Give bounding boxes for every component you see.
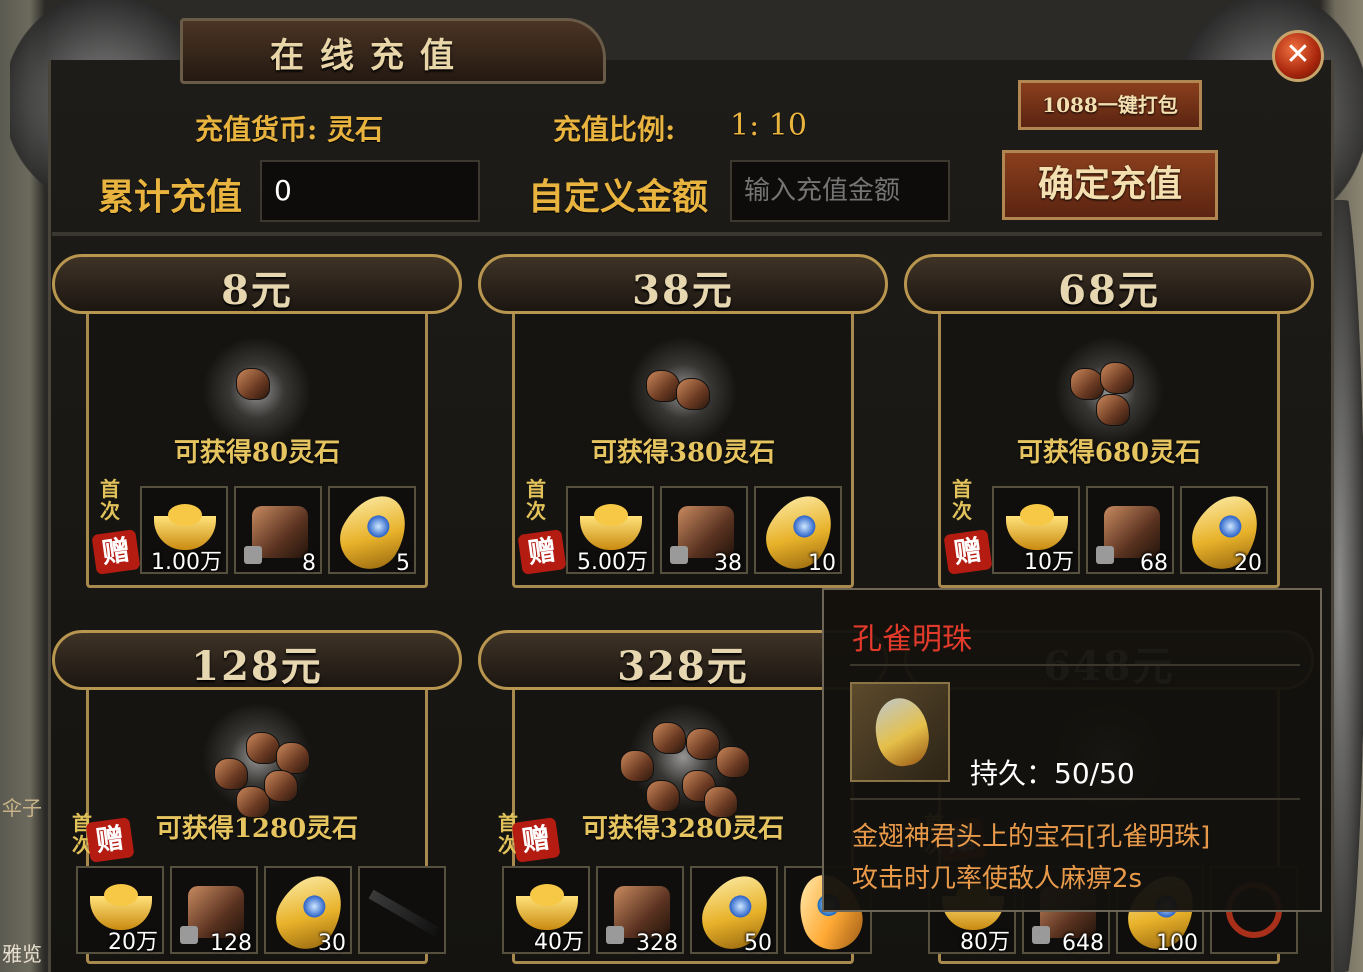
reward-count: 648 — [1062, 931, 1104, 956]
spirit-stone-icon — [236, 368, 270, 400]
reward-slot[interactable]: 38 — [660, 486, 748, 576]
gift-badge: 赠 — [511, 817, 561, 863]
first-time-badge: 首次 — [952, 477, 972, 523]
reward-slot[interactable]: 5.00万 — [566, 486, 654, 575]
spirit-stone-icon — [646, 370, 680, 402]
reward-count: 328 — [636, 931, 678, 956]
total-recharge-label: 累计充值 — [98, 176, 243, 218]
reward-count: 10万 — [1024, 550, 1074, 575]
reward-count: 10 — [808, 551, 836, 576]
spirit-stone-icon — [1096, 394, 1130, 426]
recharge-card[interactable]: 128元 可获得1280灵石 首次赠 20万 128 30 — [52, 622, 462, 972]
reward-count: 20 — [1234, 551, 1262, 576]
recharge-card[interactable]: 38元可获得380灵石首次赠 5.00万 38 10 — [478, 246, 888, 596]
reward-slot[interactable]: 128 — [170, 866, 258, 956]
currency-label: 充值货币: 灵石 — [195, 113, 384, 146]
reward-slot[interactable]: 1.00万 — [140, 486, 228, 575]
reward-slot[interactable] — [358, 866, 446, 954]
gift-badge: 赠 — [517, 529, 567, 575]
custom-amount-label: 自定义金额 — [528, 176, 709, 218]
recharge-card[interactable]: 8元可获得80灵石首次赠 1.00万 8 5 — [52, 246, 462, 596]
item-tooltip: 孔雀明珠 持久：50/50 金翅神君头上的宝石[孔雀明珠] 攻击时几率使敌人麻痹… — [822, 588, 1322, 912]
tooltip-item-name: 孔雀明珠 — [852, 622, 972, 657]
lock-icon — [606, 926, 624, 944]
reward-slot[interactable]: 30 — [264, 864, 355, 960]
confirm-recharge-button[interactable]: 确定充值 — [1002, 150, 1218, 220]
reward-slot[interactable]: 328 — [596, 866, 684, 956]
recharge-card[interactable]: 68元可获得680灵石首次赠 10万 68 20 — [904, 246, 1314, 596]
tooltip-divider — [850, 664, 1300, 666]
window-title: 在线充值 — [270, 36, 470, 76]
spirit-stone-icon — [620, 750, 654, 782]
ratio-value: 1: 10 — [730, 108, 807, 143]
close-button[interactable]: ✕ — [1272, 30, 1324, 82]
reward-count: 40万 — [534, 930, 584, 955]
card-gain-text: 可获得380灵石 — [590, 438, 776, 468]
tooltip-description-line-1: 金翅神君头上的宝石[孔雀明珠] — [852, 822, 1211, 852]
card-price: 8元 — [221, 267, 293, 314]
reward-slot[interactable]: 50 — [690, 864, 781, 960]
reward-count: 20万 — [108, 930, 158, 955]
spirit-stone-icon — [1100, 362, 1134, 394]
lock-icon — [1096, 546, 1114, 564]
reward-slot[interactable]: 10万 — [992, 486, 1080, 575]
spirit-stone-icon — [246, 732, 280, 764]
reward-count: 80万 — [960, 930, 1010, 955]
reward-count: 100 — [1156, 931, 1198, 956]
reward-count: 8 — [302, 551, 316, 576]
custom-amount-input[interactable] — [730, 160, 950, 222]
reward-count: 38 — [714, 551, 742, 576]
first-time-badge: 首次 — [100, 477, 120, 523]
divider — [52, 232, 1322, 236]
spirit-stone-icon — [716, 746, 750, 778]
dark-sword-icon — [368, 889, 440, 937]
reward-slot[interactable]: 5 — [328, 484, 419, 580]
reward-slot[interactable]: 20万 — [76, 866, 164, 955]
lock-icon — [180, 926, 198, 944]
card-price: 38元 — [632, 267, 734, 314]
spirit-stone-icon — [676, 378, 710, 410]
reward-slot[interactable]: 10 — [754, 484, 845, 580]
reward-slot[interactable]: 68 — [1086, 486, 1174, 576]
tooltip-durability: 持久：50/50 — [970, 757, 1135, 790]
spirit-stone-icon — [652, 722, 686, 754]
spirit-stone-icon — [704, 786, 738, 818]
tooltip-description-line-2: 攻击时几率使敌人麻痹2s — [852, 864, 1143, 894]
card-price: 68元 — [1058, 267, 1160, 314]
first-time-badge: 首次 — [526, 477, 546, 523]
reward-count: 68 — [1140, 551, 1168, 576]
card-gain-text: 可获得680灵石 — [1016, 438, 1202, 468]
reward-count: 128 — [210, 931, 252, 956]
total-recharge-field: 0 — [260, 160, 480, 222]
lock-icon — [244, 546, 262, 564]
spirit-stone-icon — [646, 780, 680, 812]
spirit-stone-icon — [264, 770, 298, 802]
spirit-stone-icon — [214, 758, 248, 790]
ratio-label: 充值比例: — [553, 113, 676, 146]
reward-count: 5.00万 — [577, 550, 648, 575]
card-price: 128元 — [191, 643, 323, 690]
reward-count: 30 — [318, 931, 346, 956]
reward-count: 50 — [744, 931, 772, 956]
one-click-pack-button[interactable]: 1088一键打包 — [1018, 80, 1202, 130]
tooltip-divider — [850, 798, 1300, 800]
gift-badge: 赠 — [943, 529, 993, 575]
gift-badge: 赠 — [91, 529, 141, 575]
card-gain-text: 可获得80灵石 — [173, 438, 341, 468]
lock-icon — [1032, 926, 1050, 944]
reward-slot[interactable]: 8 — [234, 486, 322, 576]
reward-slot[interactable]: 40万 — [502, 866, 590, 955]
spirit-stone-icon — [686, 728, 720, 760]
reward-slot[interactable]: 20 — [1180, 484, 1271, 580]
gift-badge: 赠 — [85, 817, 135, 863]
peacock-pearl-icon — [850, 682, 950, 782]
spirit-stone-icon — [1070, 368, 1104, 400]
reward-count: 5 — [396, 551, 410, 576]
reward-count: 1.00万 — [151, 550, 222, 575]
lock-icon — [670, 546, 688, 564]
